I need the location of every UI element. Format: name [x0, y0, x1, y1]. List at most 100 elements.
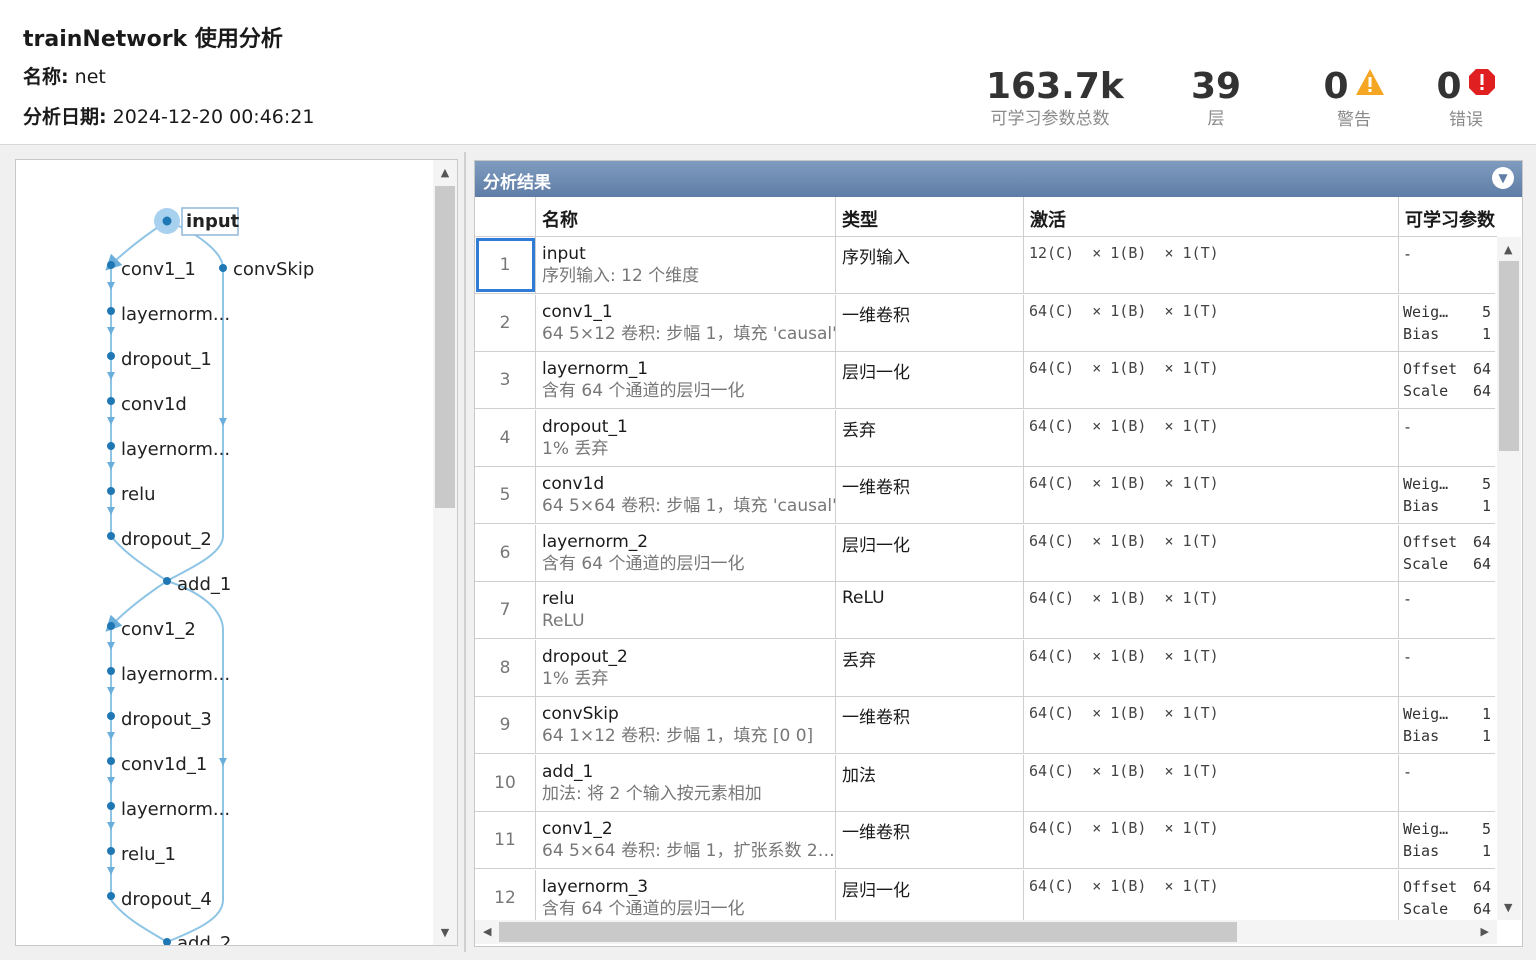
scroll-up-icon[interactable]: ▲ — [433, 166, 457, 179]
graph-node-dropout_2[interactable]: dropout_2 — [121, 529, 212, 550]
stat-layers-value: 39 — [1190, 66, 1242, 107]
graph-node-add_1[interactable]: add_1 — [177, 574, 231, 595]
graph-node-relu_1[interactable]: relu_1 — [121, 844, 176, 865]
layer-name-cell[interactable]: relu ReLU — [536, 582, 836, 638]
graph-node-convSkip[interactable]: convSkip — [233, 259, 314, 280]
row-index[interactable]: 9 — [475, 697, 536, 753]
graph-node-add_2[interactable]: add_2 — [177, 933, 231, 945]
graph-node-conv1_2[interactable]: conv1_2 — [121, 619, 196, 640]
table-row[interactable]: 12 layernorm_3 含有 64 个通道的层归一化 层归一化 64(C) × 1… — [475, 869, 1495, 927]
row-index[interactable]: 11 — [475, 812, 536, 868]
pane-splitter[interactable] — [464, 152, 466, 952]
row-index[interactable]: 10 — [475, 754, 536, 811]
layer-description: ReLU — [542, 611, 585, 631]
layer-type-cell: 一维卷积 — [836, 467, 1024, 523]
graph-node-layernorm_1[interactable]: layernorm... — [121, 304, 230, 325]
table-row[interactable]: 4 dropout_1 1% 丢弃 丢弃 64(C) × 1(B) × 1(T) - — [475, 409, 1495, 467]
graph-scroll-thumb[interactable] — [435, 186, 455, 508]
row-index[interactable]: 7 — [475, 582, 536, 638]
stat-errors[interactable]: 0 错误 — [1430, 66, 1502, 131]
layer-name-cell[interactable]: layernorm_3 含有 64 个通道的层归一化 — [536, 869, 836, 926]
layer-learnables-cell: Offset 64 Scale 64 — [1399, 352, 1495, 408]
scroll-left-icon[interactable]: ◀ — [483, 925, 491, 938]
graph-node-layernorm_2[interactable]: layernorm... — [121, 439, 230, 460]
column-header-index[interactable] — [475, 197, 536, 237]
row-index[interactable]: 12 — [475, 869, 536, 926]
layer-name-cell[interactable]: conv1d 64 5×64 卷积: 步幅 1，填充 'causal' — [536, 467, 836, 523]
chevron-down-icon[interactable]: ▼ — [1492, 167, 1514, 189]
row-index[interactable]: 6 — [475, 524, 536, 581]
graph-node-relu[interactable]: relu — [121, 484, 156, 505]
row-index[interactable]: 8 — [475, 639, 536, 696]
layer-name-cell[interactable]: add_1 加法: 将 2 个输入按元素相加 — [536, 754, 836, 811]
layer-learnables-cell: Offset 64 Scale 64 — [1399, 525, 1495, 581]
table-row[interactable]: 10 add_1 加法: 将 2 个输入按元素相加 加法 64(C) × 1(B) × … — [475, 754, 1495, 812]
scroll-down-icon[interactable]: ▼ — [433, 926, 457, 939]
results-panel-title: 分析结果 — [483, 173, 551, 193]
stat-errors-label: 错误 — [1449, 110, 1483, 130]
table-row[interactable]: 6 layernorm_2 含有 64 个通道的层归一化 层归一化 64(C) × 1(… — [475, 524, 1495, 582]
column-header-learnables[interactable]: 可学习参数 — [1399, 197, 1497, 237]
layer-name-cell[interactable]: input 序列输入: 12 个维度 — [536, 237, 836, 293]
table-row[interactable]: 3 layernorm_1 含有 64 个通道的层归一化 层归一化 64(C) × 1(… — [475, 352, 1495, 409]
table-row[interactable]: 7 relu ReLU ReLU 64(C) × 1(B) × 1(T) - — [475, 582, 1495, 639]
learnable-size: 1 — [1481, 842, 1491, 860]
row-index[interactable]: 2 — [475, 294, 536, 351]
scroll-up-icon[interactable]: ▲ — [1504, 243, 1512, 256]
column-header-activations[interactable]: 激活 — [1024, 197, 1399, 237]
warning-icon — [1355, 64, 1385, 106]
layer-name-cell[interactable]: layernorm_2 含有 64 个通道的层归一化 — [536, 524, 836, 581]
layer-learnables-cell: - — [1399, 410, 1495, 466]
table-row[interactable]: 11 conv1_2 64 5×64 卷积: 步幅 1，扩张系数 2… 一维卷积 64(… — [475, 812, 1495, 869]
column-header-type[interactable]: 类型 — [836, 197, 1024, 237]
scroll-down-icon[interactable]: ▼ — [1504, 901, 1512, 914]
graph-node-input[interactable]: input — [186, 211, 239, 232]
table-row[interactable]: 9 convSkip 64 1×12 卷积: 步幅 1，填充 [0 0] 一维卷积 64… — [475, 697, 1495, 754]
table-row[interactable]: 5 conv1d 64 5×64 卷积: 步幅 1，填充 'causal' 一维卷积 6… — [475, 467, 1495, 524]
learnable-size: 64 — [1472, 360, 1491, 378]
scroll-right-icon[interactable]: ▶ — [1481, 925, 1489, 938]
graph-node-dropout_1[interactable]: dropout_1 — [121, 349, 212, 370]
results-vertical-scrollbar[interactable]: ▲ ▼ — [1497, 237, 1521, 920]
results-horizontal-scrollbar[interactable]: ◀ ▶ — [475, 920, 1497, 944]
layer-description: 1% 丢弃 — [542, 438, 609, 459]
graph-node-conv1d_1[interactable]: conv1d_1 — [121, 754, 207, 775]
layer-name: convSkip — [542, 704, 619, 724]
stat-layers: 39 层 — [1180, 66, 1252, 130]
graph-node-layernorm_4[interactable]: layernorm... — [121, 799, 230, 820]
layer-name-cell[interactable]: dropout_1 1% 丢弃 — [536, 409, 836, 466]
layer-name-cell[interactable]: conv1_2 64 5×64 卷积: 步幅 1，扩张系数 2… — [536, 812, 836, 868]
layer-graph[interactable] — [16, 160, 436, 945]
learnable-entry: - — [1403, 646, 1491, 668]
graph-node-dropout_3[interactable]: dropout_3 — [121, 709, 212, 730]
stat-warnings[interactable]: 0 警告 — [1316, 66, 1392, 131]
layer-learnables-cell: - — [1399, 640, 1495, 696]
row-index[interactable]: 3 — [475, 352, 536, 408]
graph-node-conv1_1[interactable]: conv1_1 — [121, 259, 196, 280]
learnable-entry: Weig… 1 — [1403, 703, 1491, 725]
results-hscroll-thumb[interactable] — [499, 922, 1237, 942]
layer-type-cell: 层归一化 — [836, 352, 1024, 408]
learnable-entry: - — [1403, 243, 1491, 265]
row-index[interactable]: 4 — [475, 409, 536, 466]
layer-graph-pane[interactable]: input conv1_1 convSkip layernorm... drop… — [15, 159, 458, 946]
graph-node-layernorm_3[interactable]: layernorm... — [121, 664, 230, 685]
graph-vertical-scrollbar[interactable]: ▲ ▼ — [433, 160, 457, 945]
row-index[interactable]: 1 — [475, 237, 536, 293]
layer-name-cell[interactable]: layernorm_1 含有 64 个通道的层归一化 — [536, 352, 836, 408]
learnable-name: Scale — [1403, 899, 1449, 918]
table-row[interactable]: 2 conv1_1 64 5×12 卷积: 步幅 1，填充 'causal' 一维卷积… — [475, 294, 1495, 352]
layer-name-cell[interactable]: dropout_2 1% 丢弃 — [536, 639, 836, 696]
layer-type-cell: 丢弃 — [836, 409, 1024, 466]
graph-node-conv1d[interactable]: conv1d — [121, 394, 187, 415]
results-vscroll-thumb[interactable] — [1499, 261, 1519, 451]
layer-learnables-cell: - — [1399, 582, 1495, 638]
layer-name-cell[interactable]: conv1_1 64 5×12 卷积: 步幅 1，填充 'causal' — [536, 294, 836, 351]
graph-node-dropout_4[interactable]: dropout_4 — [121, 889, 212, 910]
row-index[interactable]: 5 — [475, 467, 536, 523]
table-row[interactable]: 1 input 序列输入: 12 个维度 序列输入 12(C) × 1(B) × 1(T… — [475, 237, 1495, 294]
learnable-entry: Scale 64 — [1403, 380, 1491, 402]
table-row[interactable]: 8 dropout_2 1% 丢弃 丢弃 64(C) × 1(B) × 1(T) - — [475, 639, 1495, 697]
column-header-name[interactable]: 名称 — [536, 197, 836, 237]
layer-name-cell[interactable]: convSkip 64 1×12 卷积: 步幅 1，填充 [0 0] — [536, 697, 836, 753]
